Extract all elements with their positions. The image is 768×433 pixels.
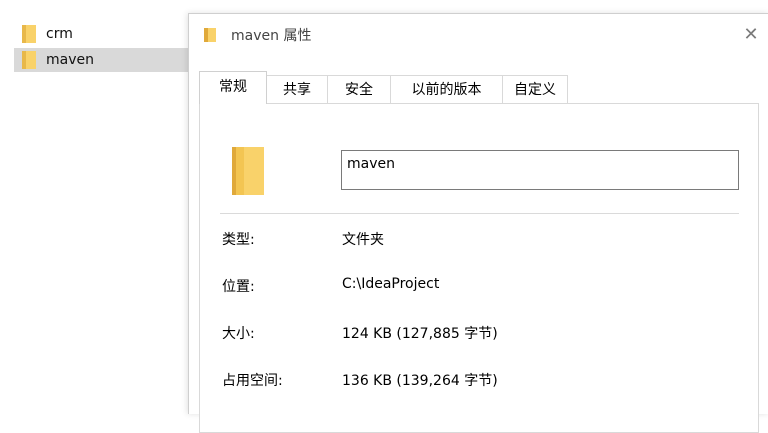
tab-customize[interactable]: 自定义 (502, 75, 568, 103)
tab-security[interactable]: 安全 (327, 75, 391, 103)
folder-icon (22, 25, 36, 43)
folder-icon (22, 51, 36, 69)
size-label: 大小: (222, 326, 255, 342)
file-item-maven[interactable]: maven (14, 48, 190, 72)
properties-dialog: maven 属性 ✕ 常规 共享 安全 以前的版本 自定义 类型: 文件夹 位置… (188, 13, 768, 433)
file-item-crm[interactable]: crm (14, 22, 190, 46)
folder-icon (232, 147, 264, 195)
location-value: C:\IdeaProject (342, 276, 440, 292)
file-item-label: maven (46, 52, 94, 68)
tab-strip: 常规 共享 安全 以前的版本 自定义 (199, 71, 759, 104)
size-on-disk-value: 136 KB (139,264 字节) (342, 373, 498, 389)
tab-previous-versions[interactable]: 以前的版本 (390, 75, 503, 103)
type-label: 类型: (222, 232, 255, 248)
size-on-disk-label: 占用空间: (222, 373, 283, 389)
divider (220, 213, 739, 214)
close-button[interactable]: ✕ (733, 20, 768, 50)
location-label: 位置: (222, 279, 255, 295)
tab-sharing[interactable]: 共享 (266, 75, 328, 103)
type-value: 文件夹 (342, 232, 384, 248)
size-value: 124 KB (127,885 字节) (342, 326, 498, 342)
file-item-label: crm (46, 26, 73, 42)
dialog-title: maven 属性 (231, 28, 312, 44)
title-bar[interactable]: maven 属性 ✕ (189, 14, 768, 56)
file-list: crm maven (0, 0, 195, 400)
folder-icon (204, 28, 216, 42)
tab-general[interactable]: 常规 (199, 71, 267, 104)
general-panel: 类型: 文件夹 位置: C:\IdeaProject 大小: 124 KB (1… (199, 103, 759, 433)
folder-name-input[interactable] (341, 150, 739, 190)
